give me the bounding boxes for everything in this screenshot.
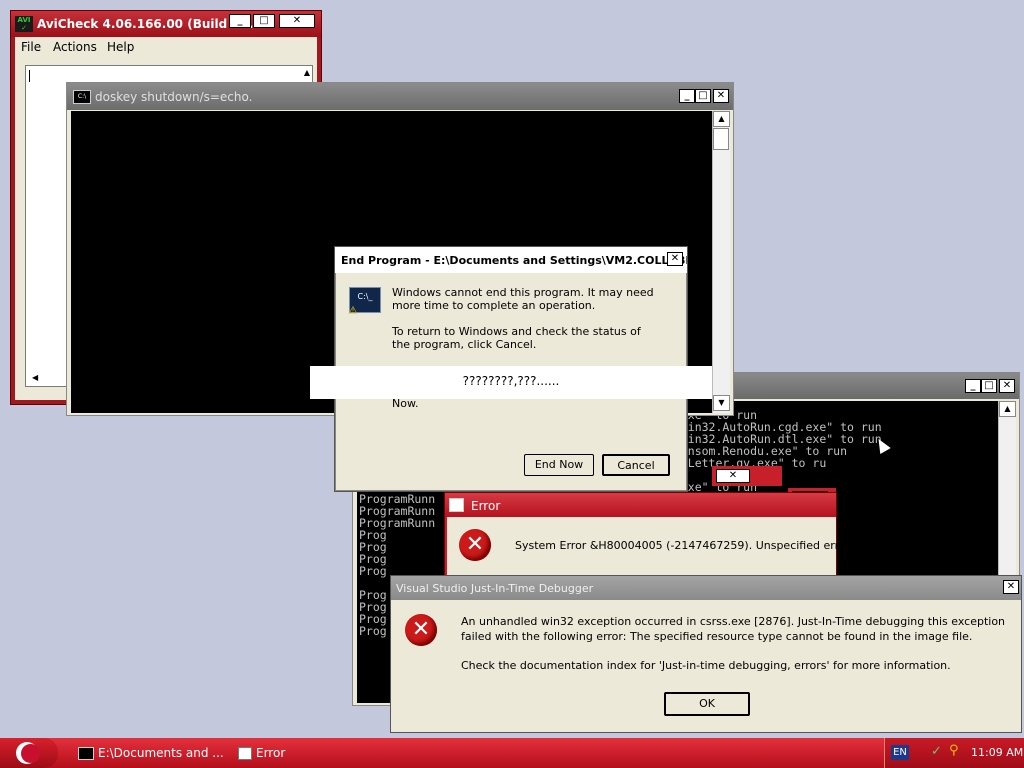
avicheck-menubar: File Actions Help [15, 37, 317, 57]
scroll-down-icon[interactable]: ▼ [713, 395, 730, 411]
avicheck-app-icon: AVI ✓ [15, 16, 33, 32]
console-top-titlebar[interactable]: C:\ doskey shutdown/s=echo. _ □ ✕ [67, 83, 733, 110]
console-warning-icon: C:\_ ⚠ [348, 287, 381, 317]
console-top-title: doskey shutdown/s=echo. [95, 90, 253, 104]
overlay-status-text: ????????,???...... [462, 374, 560, 388]
scroll-up-icon[interactable]: ▲ [304, 68, 310, 77]
close-icon[interactable]: ✕ [1003, 580, 1019, 594]
scroll-up-icon[interactable]: ▲ [999, 401, 1016, 417]
menu-file[interactable]: File [21, 40, 41, 54]
taskbar-item-error[interactable]: Error [232, 741, 382, 765]
maximize-icon[interactable]: □ [253, 14, 275, 28]
end-program-msg2: To return to Windows and check the statu… [392, 325, 641, 351]
console-line-left: Prog [359, 624, 387, 638]
jit-debugger-dialog[interactable]: Visual Studio Just-In-Time Debugger ✕ ✕ … [390, 575, 1022, 733]
taskbar-item-label: E:\Documents and ... [98, 746, 224, 760]
warning-icon: ⚠ [348, 304, 358, 317]
close-icon[interactable]: ✕ [713, 89, 729, 103]
jit-titlebar[interactable]: Visual Studio Just-In-Time Debugger ✕ [391, 576, 1021, 600]
scroll-thumb[interactable] [713, 128, 729, 150]
menu-actions[interactable]: Actions [53, 40, 97, 54]
maximize-icon[interactable]: □ [981, 379, 997, 393]
error-body: ✕ System Error &H80004005 (-2147467259).… [447, 517, 851, 581]
taskbar-item-label: Error [256, 746, 286, 760]
error-title: Error [471, 499, 501, 513]
scroll-left-icon[interactable]: ◀ [32, 373, 38, 382]
error-titlebar[interactable]: Error [445, 493, 836, 517]
console-line-left: Prog [359, 564, 387, 578]
close-icon[interactable]: ✕ [716, 469, 750, 483]
network-icon[interactable]: ✓ [931, 744, 942, 759]
end-now-button[interactable]: End Now [524, 454, 594, 476]
error-icon: ✕ [459, 529, 491, 561]
close-icon[interactable]: ✕ [667, 252, 683, 266]
error-window-icon [238, 747, 252, 760]
search-icon[interactable]: ⚲ [949, 743, 959, 758]
start-button[interactable] [0, 738, 58, 768]
minimize-icon[interactable]: _ [965, 379, 981, 393]
system-tray: EN ✓ ⚲ 11:09 AM [884, 738, 1024, 768]
end-program-titlebar[interactable]: End Program - E:\Documents and Settings\… [335, 247, 687, 273]
language-indicator[interactable]: EN [891, 745, 909, 760]
taskbar-item-console[interactable]: E:\Documents and ... [72, 741, 224, 765]
close-icon[interactable]: ✕ [999, 379, 1015, 393]
ok-button[interactable]: OK [664, 692, 750, 716]
end-program-title: End Program - E:\Documents and Settings\… [341, 254, 687, 267]
cancel-button[interactable]: Cancel [602, 454, 670, 476]
console-icon [78, 747, 94, 760]
console-icon: C:\ [73, 90, 91, 104]
menu-help[interactable]: Help [107, 40, 134, 54]
scroll-up-icon[interactable]: ▲ [713, 111, 730, 127]
error-message: System Error &H80004005 (-2147467259). U… [515, 539, 851, 552]
clock[interactable]: 11:09 AM [971, 746, 1023, 759]
minimize-icon[interactable]: _ [229, 14, 251, 28]
start-logo-crescent [21, 744, 40, 763]
window-icon [449, 498, 464, 512]
avicheck-title: AviCheck 4.06.166.00 (Build 1... [37, 17, 254, 31]
error-dialog[interactable]: Error ✕ System Error &H80004005 (-214746… [444, 492, 851, 582]
overlay-status-bar: ????????,???...... [310, 366, 712, 399]
taskbar: E:\Documents and ... Error EN ✓ ⚲ 11:09 … [0, 738, 1024, 768]
minimize-icon[interactable]: _ [679, 89, 695, 103]
console-top-scrollbar[interactable]: ▲ ▼ [712, 111, 730, 413]
end-program-msg1: Windows cannot end this program. It may … [392, 286, 654, 312]
jit-msg2: Check the documentation index for 'Just-… [461, 659, 951, 672]
hidden-window-titlebar: ✕ [712, 466, 782, 486]
jit-msg1: An unhandled win32 exception occurred in… [461, 615, 1006, 643]
maximize-icon[interactable]: □ [695, 89, 711, 103]
close-icon[interactable]: ✕ [279, 14, 315, 28]
error-icon: ✕ [405, 614, 437, 646]
text-caret [29, 70, 30, 82]
jit-title: Visual Studio Just-In-Time Debugger [396, 582, 594, 595]
avicheck-titlebar[interactable]: AVI ✓ AviCheck 4.06.166.00 (Build 1... _ … [11, 11, 321, 37]
